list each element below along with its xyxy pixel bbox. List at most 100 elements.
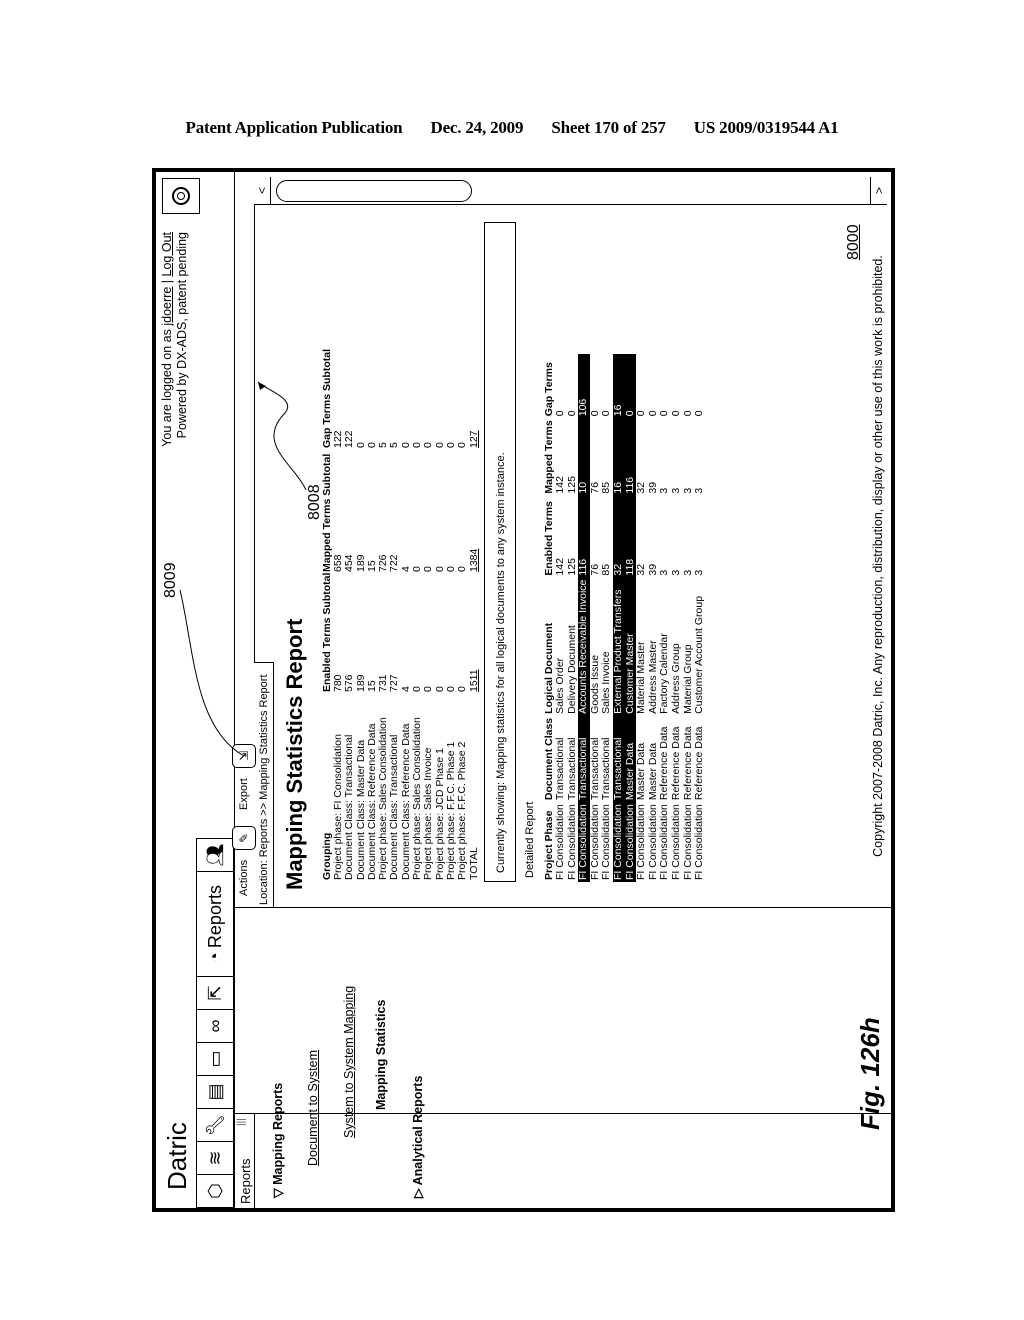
project-phase-cell: FI Consolidation bbox=[693, 804, 706, 880]
gap-subtotal-cell: 0 bbox=[399, 442, 412, 448]
people-icon[interactable]: 👥︎ bbox=[196, 838, 234, 872]
mapped-subtotal-cell: 722 bbox=[388, 554, 401, 572]
publication-title: Patent Application Publication bbox=[185, 118, 403, 137]
table-row[interactable]: FI Consolidation Master Data Material Mast… bbox=[635, 354, 648, 882]
total-label: TOTAL bbox=[467, 847, 480, 880]
document-class-cell: Reference Data bbox=[693, 726, 706, 801]
total-value: 1511 bbox=[467, 669, 480, 692]
enabled-terms-cell: 32 bbox=[612, 495, 625, 578]
enabled-subtotal-cell: 0 bbox=[411, 686, 424, 692]
grouping-cell: Project phase: Sales Invoice bbox=[422, 747, 435, 881]
gap-subtotal-cell: 122 bbox=[343, 430, 356, 448]
sidebar-item-system-to-system-mapping[interactable]: System to System Mapping bbox=[342, 986, 356, 1138]
layout-icon[interactable]: ▤ bbox=[196, 1075, 234, 1109]
enabled-terms-cell: 39 bbox=[646, 563, 659, 576]
mapped-terms-cell: 3 bbox=[693, 487, 706, 494]
mapped-terms-cell: 39 bbox=[646, 481, 659, 494]
reports-tab-icon: ◔ bbox=[204, 952, 225, 963]
cube-icon[interactable]: ⬡ bbox=[196, 1174, 234, 1208]
detailed-report-table: Project Phase Document Class Logical Doc… bbox=[543, 354, 706, 882]
project-phase-cell: FI Consolidation bbox=[635, 804, 648, 880]
user-info: You are logged on as jdoerre | Log Out P… bbox=[160, 232, 190, 447]
table-row[interactable]: FI Consolidation Reference Data Customer A… bbox=[693, 354, 706, 882]
actions-label: Actions bbox=[238, 859, 250, 896]
scroll-up-button[interactable]: < bbox=[254, 177, 271, 204]
gap-terms-cell: 0 bbox=[658, 410, 671, 417]
mapped-subtotal-cell: 189 bbox=[354, 554, 367, 572]
table-row[interactable]: FI Consolidation Master Data Address Maste… bbox=[646, 354, 660, 882]
table-row-highlighted[interactable]: FI Consolidation Transactional External Pr… bbox=[611, 354, 625, 882]
wrench-icon[interactable]: 🔧︎ bbox=[196, 1108, 234, 1142]
enabled-subtotal-cell: 4 bbox=[399, 686, 412, 692]
project-phase-cell: FI Consolidation bbox=[611, 802, 625, 882]
breadcrumb: Location: Reports >> Mapping Statistics … bbox=[254, 662, 274, 908]
expand-triangle-icon: ▷ bbox=[411, 1188, 425, 1198]
power-icon bbox=[172, 187, 190, 205]
mapped-terms-cell: 3 bbox=[669, 487, 682, 494]
table-row-highlighted[interactable]: FI Consolidation Master Data Customer Mast… bbox=[624, 354, 637, 882]
gap-terms-cell: 16 bbox=[612, 354, 625, 419]
total-value: 127 bbox=[467, 430, 480, 448]
power-button[interactable] bbox=[162, 178, 200, 214]
detailed-report-label: Detailed Report bbox=[524, 801, 536, 878]
export-label: Export bbox=[238, 778, 250, 810]
gap-subtotal-cell: 0 bbox=[422, 442, 435, 448]
mapped-subtotal-cell: 4 bbox=[399, 566, 412, 572]
rotated-figure: Datric You are logged on as jdoerre | Lo… bbox=[152, 168, 895, 1212]
sidebar-item-analytical-reports[interactable]: ▷ Analytical Reports bbox=[410, 1076, 425, 1198]
sidebar-item-mapping-reports[interactable]: ▽ Mapping Reports bbox=[270, 1083, 285, 1198]
enabled-subtotal-cell: 0 bbox=[456, 686, 469, 692]
gap-subtotal-cell: 0 bbox=[456, 442, 469, 448]
mapped-subtotal-cell: 0 bbox=[444, 566, 457, 572]
app-window: Datric You are logged on as jdoerre | Lo… bbox=[152, 168, 895, 1212]
sidebar-divider bbox=[254, 1114, 255, 1208]
sidebar-item-label: Analytical Reports bbox=[411, 1075, 425, 1186]
vertical-scrollbar[interactable]: < > bbox=[254, 176, 887, 205]
enabled-subtotal-cell: 576 bbox=[343, 674, 356, 692]
summary-table: Grouping Enabled Terms Subtotal Mapped T… bbox=[321, 349, 480, 880]
leader-line-8009 bbox=[179, 589, 245, 757]
gap-subtotal-cell: 5 bbox=[388, 442, 401, 448]
link-icon[interactable]: ∞ bbox=[196, 1009, 234, 1043]
edit-icon: ✎ bbox=[237, 832, 251, 844]
sidebar-item-mapping-statistics[interactable]: Mapping Statistics bbox=[374, 1000, 388, 1110]
scroll-down-button[interactable]: > bbox=[870, 177, 887, 204]
gap-terms-cell: 0 bbox=[646, 410, 659, 417]
table-row[interactable]: FI Consolidation Reference Data Address Gr… bbox=[669, 354, 683, 882]
actions-button[interactable]: ✎ bbox=[232, 826, 256, 850]
document-class-cell: Master Data bbox=[635, 742, 648, 801]
publication-header: Patent Application Publication Dec. 24, … bbox=[0, 118, 1024, 138]
enabled-terms-cell: 142 bbox=[554, 558, 566, 576]
scroll-thumb[interactable] bbox=[276, 180, 472, 202]
mapped-terms-cell: 3 bbox=[658, 487, 671, 494]
sidebar-title: Reports bbox=[238, 1158, 253, 1204]
chart-icon[interactable]: ≋ bbox=[196, 1141, 234, 1175]
gap-terms-cell: 0 bbox=[624, 354, 637, 419]
sidebar-item-document-to-system[interactable]: Document to System bbox=[306, 1050, 320, 1166]
table-row[interactable]: FI Consolidation Reference Data Factory Ca… bbox=[658, 354, 671, 882]
sidebar-resize-grip[interactable]: ||| bbox=[236, 1118, 247, 1126]
mapped-terms-cell: 3 bbox=[681, 487, 694, 494]
gap-terms-cell: 0 bbox=[635, 410, 648, 417]
copyright-footer: Copyright 2007-2008 Datric, Inc. Any rep… bbox=[871, 255, 885, 857]
logical-document-cell: Address Group bbox=[669, 643, 682, 714]
summary-row: Project phase: F.F.C. Phase 2 0 0 0 bbox=[456, 349, 469, 880]
gap-terms-cell: 106 bbox=[577, 354, 590, 419]
patent-number: US 2009/0319544 A1 bbox=[693, 118, 839, 137]
chip-icon[interactable]: ▭ bbox=[196, 1042, 234, 1076]
powered-by: Powered by DX-ADS, patent pending bbox=[175, 232, 189, 439]
enabled-subtotal-cell: 0 bbox=[422, 686, 435, 692]
gap-terms-cell: 0 bbox=[669, 410, 682, 417]
username-link[interactable]: jdoerre bbox=[160, 287, 174, 326]
table-row[interactable]: FI Consolidation Transactional Sales Order… bbox=[554, 354, 567, 882]
logout-link[interactable]: Log Out bbox=[160, 232, 174, 276]
table-row[interactable]: FI Consolidation Transactional Goods Issue… bbox=[589, 354, 602, 882]
transfer-icon[interactable]: ⇱ bbox=[196, 976, 234, 1010]
document-class-cell: Transactional bbox=[612, 715, 625, 803]
table-row-highlighted[interactable]: FI Consolidation Transactional Accounts Re… bbox=[577, 354, 590, 882]
enabled-terms-cell: 3 bbox=[658, 569, 671, 576]
logical-document-cell: External Product Transfers bbox=[612, 577, 625, 716]
project-phase-cell: FI Consolidation bbox=[669, 804, 682, 880]
summary-total-row: TOTAL 1511 1384 127 bbox=[467, 349, 480, 880]
reports-tab[interactable]: ◔ Reports bbox=[196, 871, 234, 977]
